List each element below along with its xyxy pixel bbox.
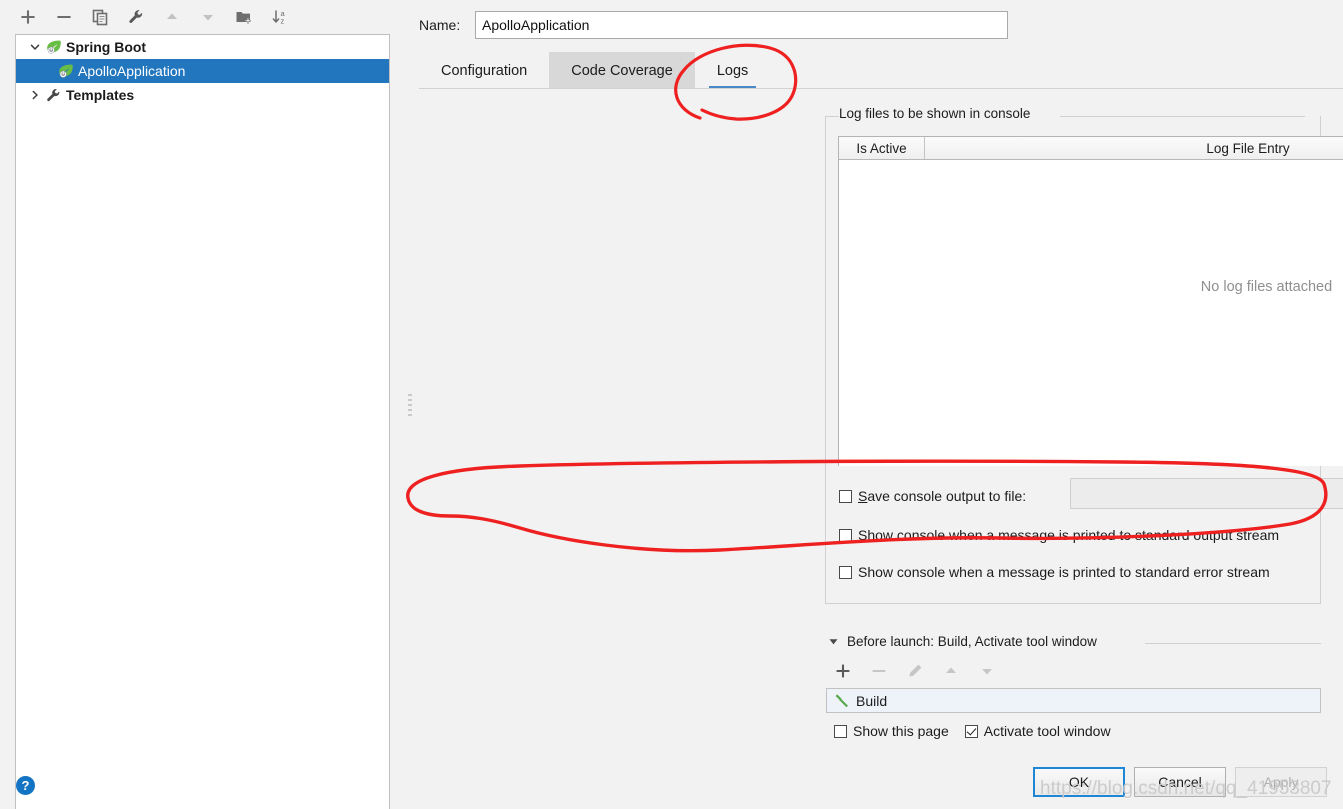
save-console-output-label: Save console output to file: (858, 488, 1027, 504)
tab-configuration[interactable]: Configuration (419, 52, 549, 89)
configuration-editor-panel: Name: Share Allow running in parallel Co… (405, 0, 1343, 809)
wrench-icon (44, 86, 62, 104)
chevron-down-icon[interactable] (26, 38, 44, 56)
configurations-sidebar: a z Spring Boot ApolloApplication Templa… (0, 0, 405, 809)
show-console-stderr-checkbox[interactable]: Show console when a message is printed t… (839, 564, 1270, 580)
remove-configuration-button[interactable] (54, 7, 74, 27)
remove-task-button (869, 661, 889, 681)
arrow-down-icon (198, 7, 218, 27)
tree-item-spring-boot[interactable]: Spring Boot (16, 35, 389, 59)
show-console-stdout-checkbox-box[interactable] (839, 528, 852, 542)
before-launch-task-list[interactable]: Build (826, 688, 1321, 713)
tab-label: Configuration (441, 62, 528, 79)
logs-group-label: Log files to be shown in console (839, 106, 1037, 121)
tree-item-apollo-application[interactable]: ApolloApplication (16, 59, 389, 83)
tab-bar: Configuration Code Coverage Logs (419, 52, 1343, 89)
tree-item-templates[interactable]: Templates (16, 83, 389, 107)
name-label: Name: (419, 17, 461, 33)
collapse-arrow-icon[interactable] (828, 636, 839, 647)
before-launch-options: Show this page Activate tool window (834, 723, 1111, 739)
run-debug-configurations-dialog: a z Spring Boot ApolloApplication Templa… (0, 0, 1343, 809)
tab-divider (419, 88, 1343, 89)
show-this-page-checkbox-box[interactable] (834, 724, 847, 738)
log-table-header: Is Active Log File Entry Skip Content (839, 137, 1343, 160)
spring-boot-icon (56, 62, 74, 80)
spring-boot-icon (44, 38, 62, 56)
show-console-stderr-label: Show console when a message is printed t… (858, 564, 1270, 580)
tab-label: Logs (716, 62, 749, 79)
log-files-table[interactable]: Is Active Log File Entry Skip Content No… (838, 136, 1343, 466)
tree-item-label: Spring Boot (66, 39, 147, 55)
tab-label: Code Coverage (571, 62, 673, 79)
task-row-build[interactable]: Build (827, 689, 1320, 712)
before-launch-toolbar (833, 661, 997, 681)
show-console-stdout-checkbox[interactable]: Show console when a message is printed t… (839, 527, 1279, 543)
activate-tool-window-checkbox[interactable]: Activate tool window (964, 723, 1111, 739)
wrench-icon[interactable] (126, 7, 146, 27)
move-task-up-button (941, 661, 961, 681)
chevron-right-icon[interactable] (26, 86, 44, 104)
hammer-icon (833, 692, 851, 710)
log-table-body[interactable]: No log files attached (839, 160, 1343, 466)
name-input[interactable] (475, 11, 1008, 39)
show-console-stderr-checkbox-box[interactable] (839, 565, 852, 579)
show-console-stdout-label: Show console when a message is printed t… (858, 527, 1280, 543)
save-console-output-checkbox[interactable]: Save console output to file: (839, 486, 1026, 506)
task-label: Build (856, 692, 888, 709)
activate-tool-window-label: Activate tool window (983, 723, 1111, 739)
show-this-page-checkbox[interactable]: Show this page (834, 723, 949, 739)
arrow-up-icon (162, 7, 182, 27)
before-launch-separator (1145, 643, 1321, 644)
add-configuration-button[interactable] (18, 7, 38, 27)
column-header-log-file-entry[interactable]: Log File Entry (925, 137, 1343, 159)
save-console-output-checkbox-box[interactable] (839, 489, 852, 503)
tab-code-coverage[interactable]: Code Coverage (549, 52, 695, 89)
add-task-button[interactable] (833, 661, 853, 681)
tree-item-label: Templates (66, 87, 135, 103)
empty-state-text: No log files attached (1200, 279, 1333, 295)
help-button[interactable]: ? (16, 776, 35, 795)
svg-text:z: z (281, 17, 285, 26)
sidebar-toolbar: a z (0, 0, 405, 34)
name-row: Name: (419, 9, 1343, 41)
copy-icon[interactable] (90, 7, 110, 27)
watermark: https://blog.csdn.net/qq_41953807 (1040, 778, 1332, 799)
edit-task-button (905, 661, 925, 681)
activate-tool-window-checkbox-box[interactable] (964, 724, 978, 738)
tab-logs[interactable]: Logs (695, 52, 770, 89)
sort-az-icon[interactable]: a z (270, 7, 290, 27)
folder-add-icon[interactable] (234, 7, 254, 27)
column-header-is-active[interactable]: Is Active (839, 137, 925, 159)
tree-item-label: ApolloApplication (78, 63, 186, 79)
save-console-output-path-field[interactable] (1070, 478, 1343, 509)
logs-group-separator (1060, 116, 1305, 117)
before-launch-header[interactable]: Before launch: Build, Activate tool wind… (828, 634, 1097, 649)
before-launch-title: Before launch: Build, Activate tool wind… (847, 634, 1097, 649)
configurations-tree[interactable]: Spring Boot ApolloApplication Templates (15, 34, 390, 809)
move-task-down-button (977, 661, 997, 681)
show-this-page-label: Show this page (853, 723, 949, 739)
